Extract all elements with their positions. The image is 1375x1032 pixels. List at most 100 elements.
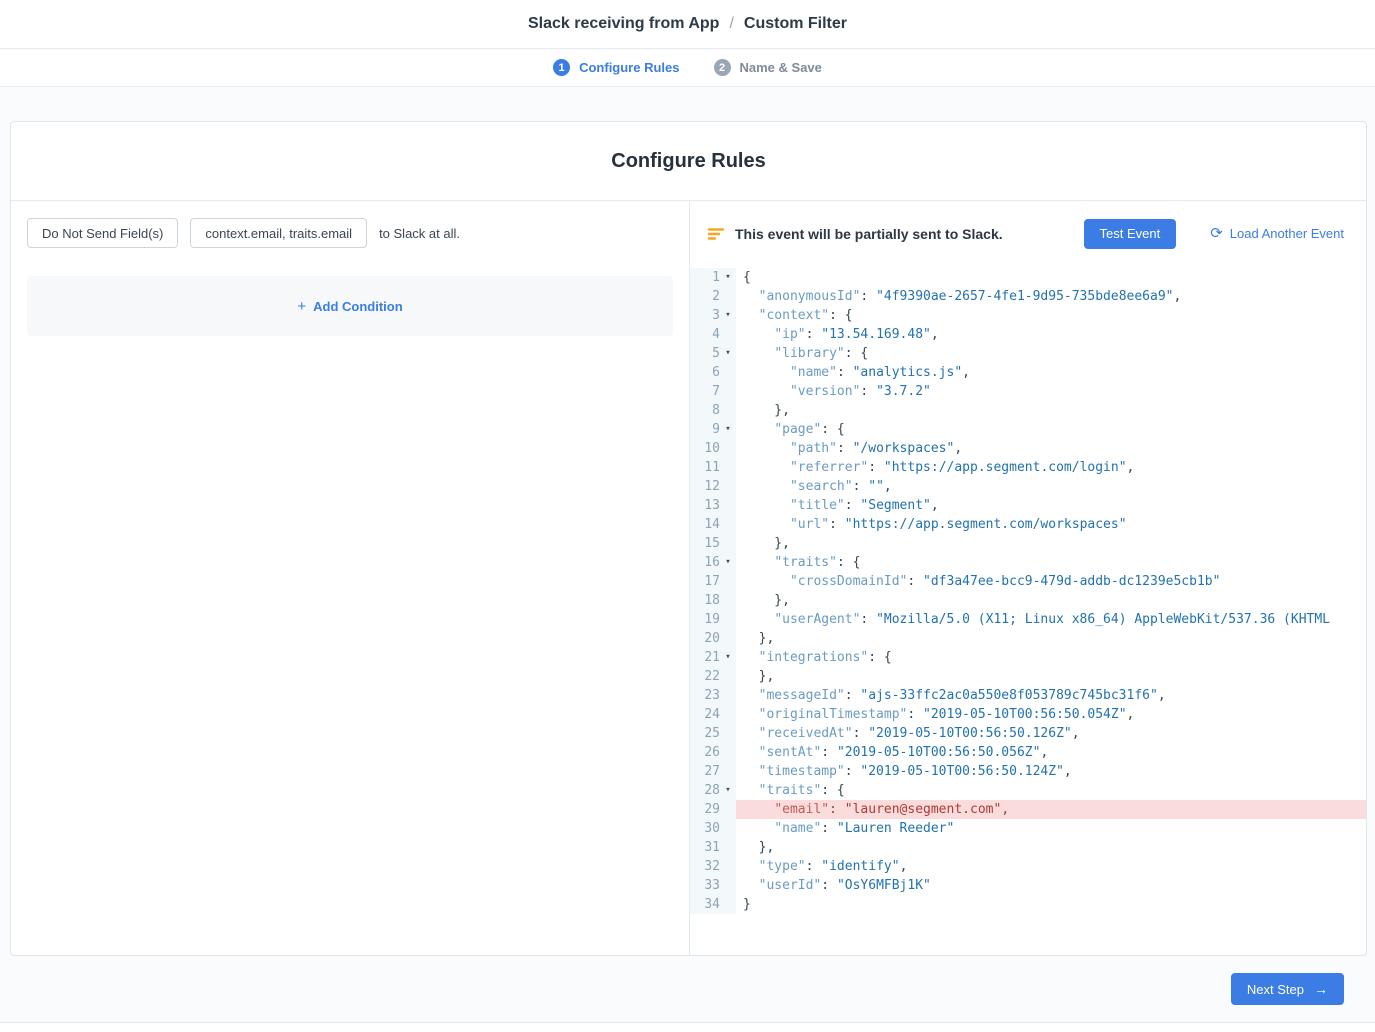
steps-bar: 1 Configure Rules 2 Name & Save [0,49,1375,87]
code-line: 33 "userId": "OsY6MFBj1K" [690,876,1366,895]
fold-arrow-icon[interactable]: ▾ [720,420,736,439]
code-line: 20 }, [690,629,1366,648]
code-line: 6 "name": "analytics.js", [690,363,1366,382]
code-line: 13 "title": "Segment", [690,496,1366,515]
event-preview-panel: This event will be partially sent to Sla… [690,201,1366,955]
code-text: { [736,268,1366,287]
line-number: 31 [690,838,720,857]
arrow-right-icon: → [1314,982,1328,996]
line-number: 19 [690,610,720,629]
code-line: 5▾ "library": { [690,344,1366,363]
code-line: 24 "originalTimestamp": "2019-05-10T00:5… [690,705,1366,724]
fold-spacer [720,667,736,686]
breadcrumb-separator: / [729,15,733,33]
code-line: 15 }, [690,534,1366,553]
code-text: "name": "Lauren Reeder" [736,819,1366,838]
code-editor[interactable]: 1▾{2 "anonymousId": "4f9390ae-2657-4fe1-… [690,266,1366,955]
code-text: "referrer": "https://app.segment.com/log… [736,458,1366,477]
add-condition-button[interactable]: + Add Condition [291,298,408,315]
line-number: 27 [690,762,720,781]
code-line: 1▾{ [690,268,1366,287]
code-text: "traits": { [736,781,1366,800]
rule-suffix-text: to Slack at all. [379,226,460,241]
code-text: }, [736,838,1366,857]
line-number: 4 [690,325,720,344]
fold-spacer [720,401,736,420]
code-line: 2 "anonymousId": "4f9390ae-2657-4fe1-9d9… [690,287,1366,306]
fold-spacer [720,838,736,857]
rule-fields-button[interactable]: context.email, traits.email [190,218,367,248]
step-1-label: Configure Rules [579,60,679,75]
code-text: "page": { [736,420,1366,439]
line-number: 34 [690,895,720,914]
code-text: "search": "", [736,477,1366,496]
code-text: }, [736,667,1366,686]
test-event-button[interactable]: Test Event [1084,219,1177,249]
event-header: This event will be partially sent to Sla… [690,201,1366,266]
code-text: "library": { [736,344,1366,363]
load-another-event-button[interactable]: ⟳ Load Another Event [1204,225,1350,242]
code-line: 30 "name": "Lauren Reeder" [690,819,1366,838]
fold-arrow-icon[interactable]: ▾ [720,648,736,667]
code-line: 26 "sentAt": "2019-05-10T00:56:50.056Z", [690,743,1366,762]
code-text: }, [736,629,1366,648]
code-text: "userId": "OsY6MFBj1K" [736,876,1366,895]
card-title: Configure Rules [11,122,1366,201]
code-line: 32 "type": "identify", [690,857,1366,876]
code-text: "sentAt": "2019-05-10T00:56:50.056Z", [736,743,1366,762]
code-line: 27 "timestamp": "2019-05-10T00:56:50.124… [690,762,1366,781]
code-text: "name": "analytics.js", [736,363,1366,382]
code-text: "timestamp": "2019-05-10T00:56:50.124Z", [736,762,1366,781]
fold-arrow-icon[interactable]: ▾ [720,306,736,325]
code-line: 31 }, [690,838,1366,857]
fold-arrow-icon[interactable]: ▾ [720,344,736,363]
code-line: 12 "search": "", [690,477,1366,496]
step-name-and-save[interactable]: 2 Name & Save [714,59,822,76]
code-line: 18 }, [690,591,1366,610]
line-number: 9 [690,420,720,439]
line-number: 32 [690,857,720,876]
next-step-button[interactable]: Next Step → [1231,973,1344,1005]
code-text: "ip": "13.54.169.48", [736,325,1366,344]
plus-icon: + [297,299,306,314]
code-line: 7 "version": "3.7.2" [690,382,1366,401]
event-status-text: This event will be partially sent to Sla… [735,226,1003,242]
fold-arrow-icon[interactable]: ▾ [720,553,736,572]
fold-spacer [720,591,736,610]
line-number: 11 [690,458,720,477]
code-line: 25 "receivedAt": "2019-05-10T00:56:50.12… [690,724,1366,743]
code-line: 16▾ "traits": { [690,553,1366,572]
breadcrumb-source-link[interactable]: Slack receiving from App [528,15,719,33]
fold-spacer [720,762,736,781]
line-number: 23 [690,686,720,705]
add-condition-label: Add Condition [313,299,403,314]
page-content: Configure Rules Do Not Send Field(s) con… [0,87,1375,1023]
fold-arrow-icon[interactable]: ▾ [720,781,736,800]
fold-spacer [720,819,736,838]
code-line: 23 "messageId": "ajs-33ffc2ac0a550e8f053… [690,686,1366,705]
line-number: 10 [690,439,720,458]
line-number: 28 [690,781,720,800]
rule-action-button[interactable]: Do Not Send Field(s) [27,218,178,248]
code-text: "type": "identify", [736,857,1366,876]
code-line: 9▾ "page": { [690,420,1366,439]
code-text: "userAgent": "Mozilla/5.0 (X11; Linux x8… [736,610,1366,629]
fold-arrow-icon[interactable]: ▾ [720,268,736,287]
step-1-badge: 1 [553,59,570,76]
fold-spacer [720,724,736,743]
fold-spacer [720,705,736,724]
breadcrumb: Slack receiving from App / Custom Filter [0,0,1375,49]
fold-spacer [720,895,736,914]
fold-spacer [720,477,736,496]
partial-filter-icon [707,225,725,243]
line-number: 22 [690,667,720,686]
code-text: "email": "lauren@segment.com", [736,800,1366,819]
fold-spacer [720,458,736,477]
line-number: 14 [690,515,720,534]
step-configure-rules[interactable]: 1 Configure Rules [553,59,679,76]
line-number: 13 [690,496,720,515]
footer-bar: Next Step → [10,956,1367,1022]
code-text: "traits": { [736,553,1366,572]
code-text: }, [736,401,1366,420]
line-number: 16 [690,553,720,572]
